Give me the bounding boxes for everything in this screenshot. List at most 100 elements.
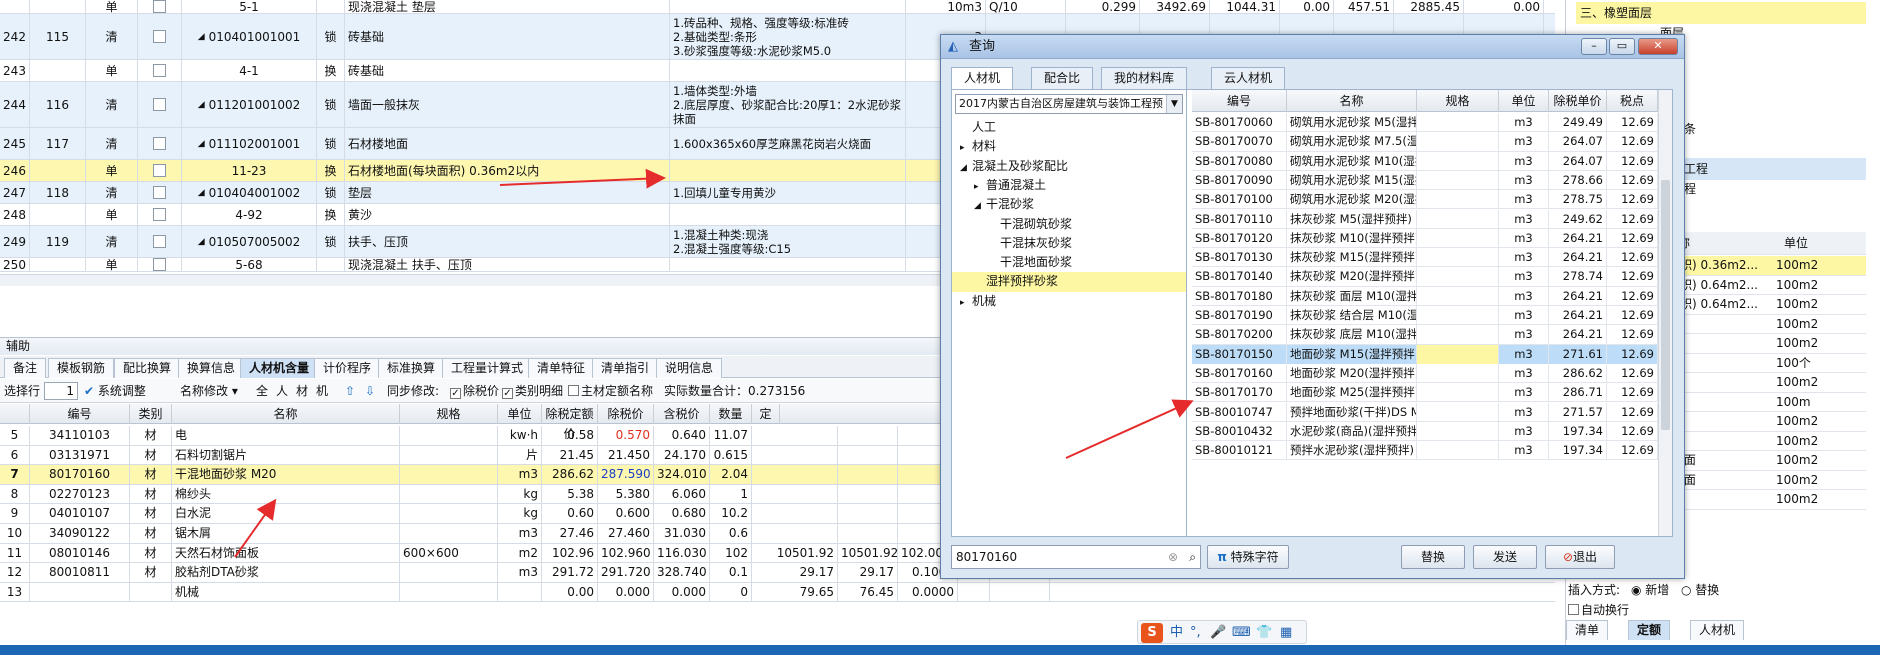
search-result-row[interactable]: SB-80170130 抹灰砂浆 M15(湿拌预拌) m3 264.21 12.69: [1192, 248, 1658, 268]
expand-arrow-icon[interactable]: ▸: [960, 139, 972, 158]
search-input[interactable]: 80170160 ⊗ ⌕: [951, 545, 1201, 569]
tree-node[interactable]: ▸ 机械: [952, 292, 1186, 311]
search-result-row[interactable]: SB-80170070 砌筑用水泥砂浆 M7.5(湿... m3 264.07 12.6…: [1192, 132, 1658, 152]
material-cell-p2[interactable]: 287.590: [598, 465, 654, 485]
material-cell-qty[interactable]: 0: [710, 582, 752, 603]
material-cell-name[interactable]: 机械: [172, 582, 400, 603]
material-cell-qty[interactable]: 2.04: [710, 465, 752, 485]
search-result-row[interactable]: SB-80170120 抹灰砂浆 M10(湿拌预拌) m3 264.21 12.69: [1192, 228, 1658, 249]
material-cell-name[interactable]: 胶粘剂DTA砂浆: [172, 563, 400, 583]
material-cell-name[interactable]: 电: [172, 426, 400, 446]
quota-tree-item[interactable]: 防滑条: [1656, 118, 1866, 140]
search-result-row[interactable]: SB-80170180 抹灰砂浆 面层 M10(湿拌... m3 264.21 12.6…: [1192, 286, 1658, 306]
expand-arrow-icon[interactable]: ◢: [960, 159, 972, 178]
search-result-row[interactable]: SB-80170110 抹灰砂浆 M5(湿拌预拌) m3 249.62 12.69: [1192, 209, 1658, 229]
filter-material[interactable]: 材: [296, 379, 308, 403]
skin-icon[interactable]: 👕: [1256, 621, 1272, 645]
material-cell-qty[interactable]: 0.1: [710, 563, 752, 583]
tree-node[interactable]: ◢ 干混砂浆: [952, 195, 1186, 214]
dialog-titlebar[interactable]: ◭ 查询 – ▭ ✕: [941, 35, 1684, 59]
replace-button[interactable]: 替换: [1401, 545, 1465, 569]
material-col-header[interactable]: 编号: [30, 404, 130, 424]
material-cell-p2[interactable]: 0.570: [598, 426, 654, 446]
search-result-row[interactable]: SB-80170090砌筑用水泥砂浆 M15(湿拌... m3278.6612.6…: [1192, 170, 1658, 191]
material-col-header[interactable]: 除税定额价: [542, 404, 598, 441]
aux-tab[interactable]: 说明信息: [656, 358, 723, 378]
insert-new-radio[interactable]: ◉ 新增: [1631, 581, 1669, 598]
tree-node[interactable]: ▸ 普通混凝土: [952, 176, 1186, 195]
aux-tab[interactable]: 人材机含量: [240, 358, 319, 378]
send-button[interactable]: 发送: [1473, 545, 1537, 569]
bill-row[interactable]: 单 5-1 现浇混凝土 垫层 10m3 Q/10 0.299 3492.69 1044.31 0…: [0, 0, 1555, 14]
aux-tab[interactable]: 换算信息: [178, 358, 245, 378]
aux-tab[interactable]: 模板钢筋: [48, 358, 115, 378]
material-col-header[interactable]: [0, 404, 30, 424]
exit-button[interactable]: ⊘退出: [1545, 545, 1615, 569]
material-col-header[interactable]: 数量: [710, 404, 752, 424]
row-checkbox[interactable]: [153, 0, 166, 13]
collapse-triangle-icon[interactable]: ◢: [198, 237, 205, 247]
ime-toolbar[interactable]: S 中 °, 🎤 ⌨ 👕 ▦: [1137, 620, 1307, 644]
quota-tree-item[interactable]: 项目: [1656, 98, 1866, 120]
expand-arrow-icon[interactable]: ◢: [974, 197, 986, 216]
aux-tab[interactable]: 备注: [4, 358, 47, 378]
search-result-row[interactable]: SB-80170170 地面砂浆 M25(湿拌预拌) m3 286.71 12.69: [1192, 383, 1658, 403]
quota-tab-0[interactable]: 清单: [1566, 620, 1609, 640]
material-row[interactable]: 13 机械 0.00 0.000 0.000 0 79.65 76.45 0.0000: [0, 582, 1555, 603]
quota-tree-item[interactable]: 三、橡塑面层: [1576, 2, 1866, 24]
collapse-triangle-icon[interactable]: ◢: [198, 100, 205, 110]
system-adjust-toggle[interactable]: ✔ 系统调整: [84, 379, 146, 403]
search-result-row[interactable]: SB-80170140 抹灰砂浆 M20(湿拌预拌) m3 278.74 12.69: [1192, 267, 1658, 287]
category-detail-checkbox[interactable]: ✓ 类别明细: [502, 379, 563, 403]
search-result-row[interactable]: SB-80010432水泥砂浆(商品)(湿拌预拌)... m3197.3412.6…: [1192, 421, 1658, 442]
tree-node[interactable]: 湿拌预拌砂浆: [952, 272, 1186, 292]
row-checkbox[interactable]: [153, 64, 166, 77]
dialog-tab[interactable]: 我的材料库: [1101, 67, 1188, 89]
dialog-tab[interactable]: 配合比: [1031, 67, 1094, 89]
material-col-header[interactable]: 除税价: [598, 404, 654, 424]
search-col-header[interactable]: 单位: [1499, 90, 1549, 112]
material-col-header[interactable]: 定: [752, 404, 780, 424]
name-modify-dropdown[interactable]: 名称修改 ▾: [180, 379, 238, 403]
keyboard-icon[interactable]: ⌨: [1232, 621, 1251, 645]
search-result-row[interactable]: SB-80010747预拌地面砂浆(干拌)DS M1... m3271.5712.…: [1192, 402, 1658, 422]
material-cell-name[interactable]: 石料切割锯片: [172, 445, 400, 466]
row-checkbox[interactable]: [153, 235, 166, 248]
material-cell-name[interactable]: 干混地面砂浆 M20: [172, 465, 400, 485]
row-checkbox[interactable]: [153, 258, 166, 271]
material-cell-name[interactable]: 锯木屑: [172, 524, 400, 544]
material-cell-name[interactable]: 白水泥: [172, 504, 400, 524]
material-cell-name[interactable]: 天然石材饰面板: [172, 543, 400, 564]
filter-machine[interactable]: 机: [316, 379, 328, 403]
move-down-icon[interactable]: ⇩: [365, 379, 375, 403]
search-result-row[interactable]: SB-80170160 地面砂浆 M20(湿拌预拌) m3 286.62 12.69: [1192, 363, 1658, 384]
quota-tab-1[interactable]: 定额: [1628, 620, 1671, 640]
search-icon[interactable]: ⌕: [1189, 546, 1196, 568]
filter-all[interactable]: 全: [256, 379, 268, 403]
aux-tab[interactable]: 配比换算: [114, 358, 181, 378]
row-checkbox[interactable]: [153, 98, 166, 111]
main-quota-name-checkbox[interactable]: 主材定额名称: [568, 379, 653, 403]
search-col-header[interactable]: 税点: [1607, 90, 1658, 112]
dialog-tab[interactable]: 人材机: [951, 67, 1014, 90]
clear-icon[interactable]: ⊗: [1168, 546, 1178, 568]
search-col-header[interactable]: 编号: [1192, 90, 1287, 112]
material-cell-qty[interactable]: 10.2: [710, 504, 752, 524]
search-result-row[interactable]: SB-80170150 地面砂浆 M15(湿拌预拌) m3 271.61 12.69: [1192, 344, 1658, 364]
search-col-header[interactable]: 规格: [1417, 90, 1499, 112]
maximize-button[interactable]: ▭: [1609, 38, 1635, 55]
search-col-header[interactable]: 名称: [1287, 90, 1417, 112]
material-cell-qty[interactable]: 1: [710, 484, 752, 505]
search-result-row[interactable]: SB-80170190 抹灰砂浆 结合层 M10(湿... m3 264.21 12.6…: [1192, 306, 1658, 326]
collapse-triangle-icon[interactable]: ◢: [198, 139, 205, 149]
tree-node[interactable]: 干混砌筑砂浆: [952, 215, 1186, 234]
search-result-row[interactable]: SB-80010121 预拌水泥砂浆(湿拌预拌) m3 197.34 12.69: [1192, 441, 1658, 461]
material-col-header[interactable]: 含税价: [654, 404, 710, 424]
material-cell-name[interactable]: 棉纱头: [172, 484, 400, 505]
close-button[interactable]: ✕: [1638, 38, 1678, 55]
material-cell-p2[interactable]: 21.450: [598, 445, 654, 466]
search-result-row[interactable]: SB-80170060 砌筑用水泥砂浆 M5(湿拌... m3 249.49 12.69: [1192, 113, 1658, 133]
search-col-header[interactable]: 除税单价: [1549, 90, 1607, 112]
toolbox-icon[interactable]: ▦: [1280, 621, 1292, 645]
tree-node[interactable]: ▸ 材料: [952, 137, 1186, 156]
